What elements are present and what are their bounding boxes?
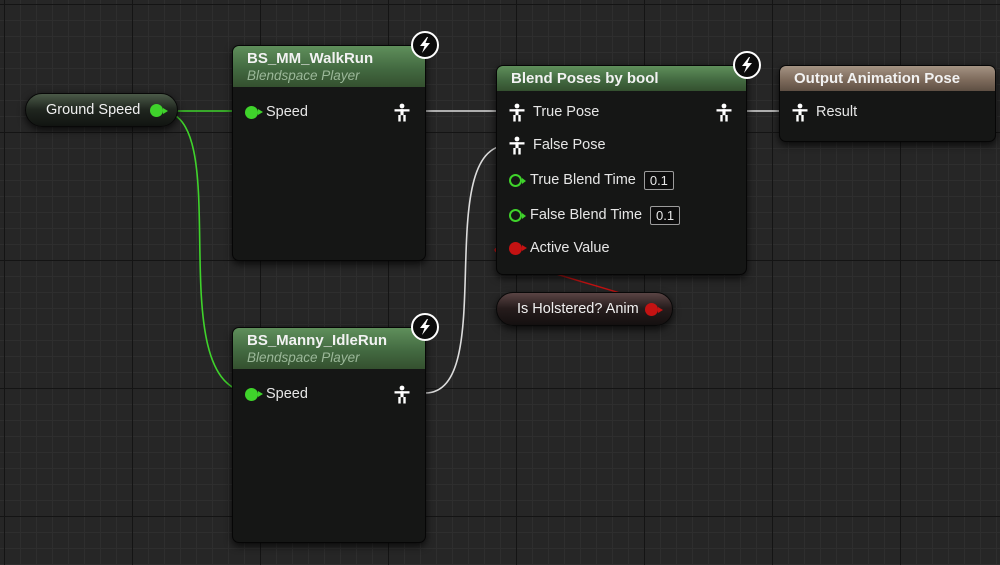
false-blend-time-input[interactable]: 0.1	[650, 205, 681, 225]
pose-pin-icon[interactable]	[509, 103, 525, 122]
bool-pin-icon[interactable]	[645, 303, 663, 316]
pose-output-pin-icon[interactable]	[394, 103, 410, 122]
pose-output-pin-icon[interactable]	[716, 103, 732, 122]
blend-poses-node-title: Blend Poses by bool	[511, 70, 659, 87]
true-blend-time-label: True Blend Time	[530, 172, 636, 188]
active-value-pin-row[interactable]: Active Value	[509, 238, 610, 258]
false-blend-time-pin-row[interactable]: False Blend Time 0.1	[509, 205, 681, 225]
is-holstered-label: Is Holstered? Anim	[517, 301, 639, 317]
walkrun-node-title: BS_MM_WalkRun	[247, 50, 374, 67]
output-pose-node-header[interactable]: Output Animation Pose	[780, 66, 995, 91]
true-pose-label: True Pose	[533, 104, 600, 120]
walkrun-node-header[interactable]: BS_MM_WalkRun Blendspace Player	[233, 46, 425, 87]
result-label: Result	[816, 104, 858, 120]
idlerun-node-title: BS_Manny_IdleRun	[247, 332, 388, 349]
idlerun-node-header[interactable]: BS_Manny_IdleRun Blendspace Player	[233, 328, 425, 369]
true-blend-time-pin-row[interactable]: True Blend Time 0.1	[509, 170, 674, 190]
is-holstered-variable-node[interactable]: Is Holstered? Anim	[496, 292, 673, 326]
output-animation-pose-node[interactable]: Output Animation Pose Result	[779, 65, 996, 142]
false-pose-pin-row[interactable]: False Pose	[509, 135, 606, 155]
lightning-bolt-icon	[733, 51, 761, 79]
ground-speed-label: Ground Speed	[46, 102, 141, 118]
active-value-label: Active Value	[530, 240, 610, 256]
walkrun-speed-pin-row[interactable]: Speed	[245, 102, 308, 122]
float-pin-icon[interactable]	[150, 104, 168, 117]
ground-speed-variable-node[interactable]: Ground Speed	[25, 93, 178, 127]
true-blend-time-input[interactable]: 0.1	[643, 170, 674, 190]
true-pose-pin-row[interactable]: True Pose	[509, 102, 599, 122]
idlerun-speed-label: Speed	[266, 386, 308, 402]
false-pose-label: False Pose	[533, 137, 606, 153]
idlerun-blendspace-node[interactable]: BS_Manny_IdleRun Blendspace Player Speed	[232, 327, 426, 543]
lightning-bolt-icon	[411, 31, 439, 59]
bool-pin-icon[interactable]	[509, 241, 527, 255]
float-pin-icon[interactable]	[509, 208, 526, 222]
blend-poses-node-header[interactable]: Blend Poses by bool	[497, 66, 746, 91]
pose-output-pin-icon[interactable]	[394, 385, 410, 404]
walkrun-speed-label: Speed	[266, 104, 308, 120]
false-blend-time-label: False Blend Time	[530, 207, 643, 223]
walkrun-blendspace-node[interactable]: BS_MM_WalkRun Blendspace Player Speed	[232, 45, 426, 261]
float-pin-icon[interactable]	[245, 105, 263, 119]
walkrun-node-subtitle: Blendspace Player	[247, 68, 360, 83]
idlerun-node-subtitle: Blendspace Player	[247, 350, 360, 365]
lightning-bolt-icon	[411, 313, 439, 341]
float-pin-icon[interactable]	[245, 387, 263, 401]
output-pose-node-title: Output Animation Pose	[794, 70, 961, 87]
pose-pin-icon[interactable]	[792, 103, 808, 122]
float-pin-icon[interactable]	[509, 173, 526, 187]
blend-poses-by-bool-node[interactable]: Blend Poses by bool True Pose False Pose…	[496, 65, 747, 275]
idlerun-speed-pin-row[interactable]: Speed	[245, 384, 308, 404]
result-pin-row[interactable]: Result	[792, 102, 857, 122]
pose-pin-icon[interactable]	[509, 136, 525, 155]
